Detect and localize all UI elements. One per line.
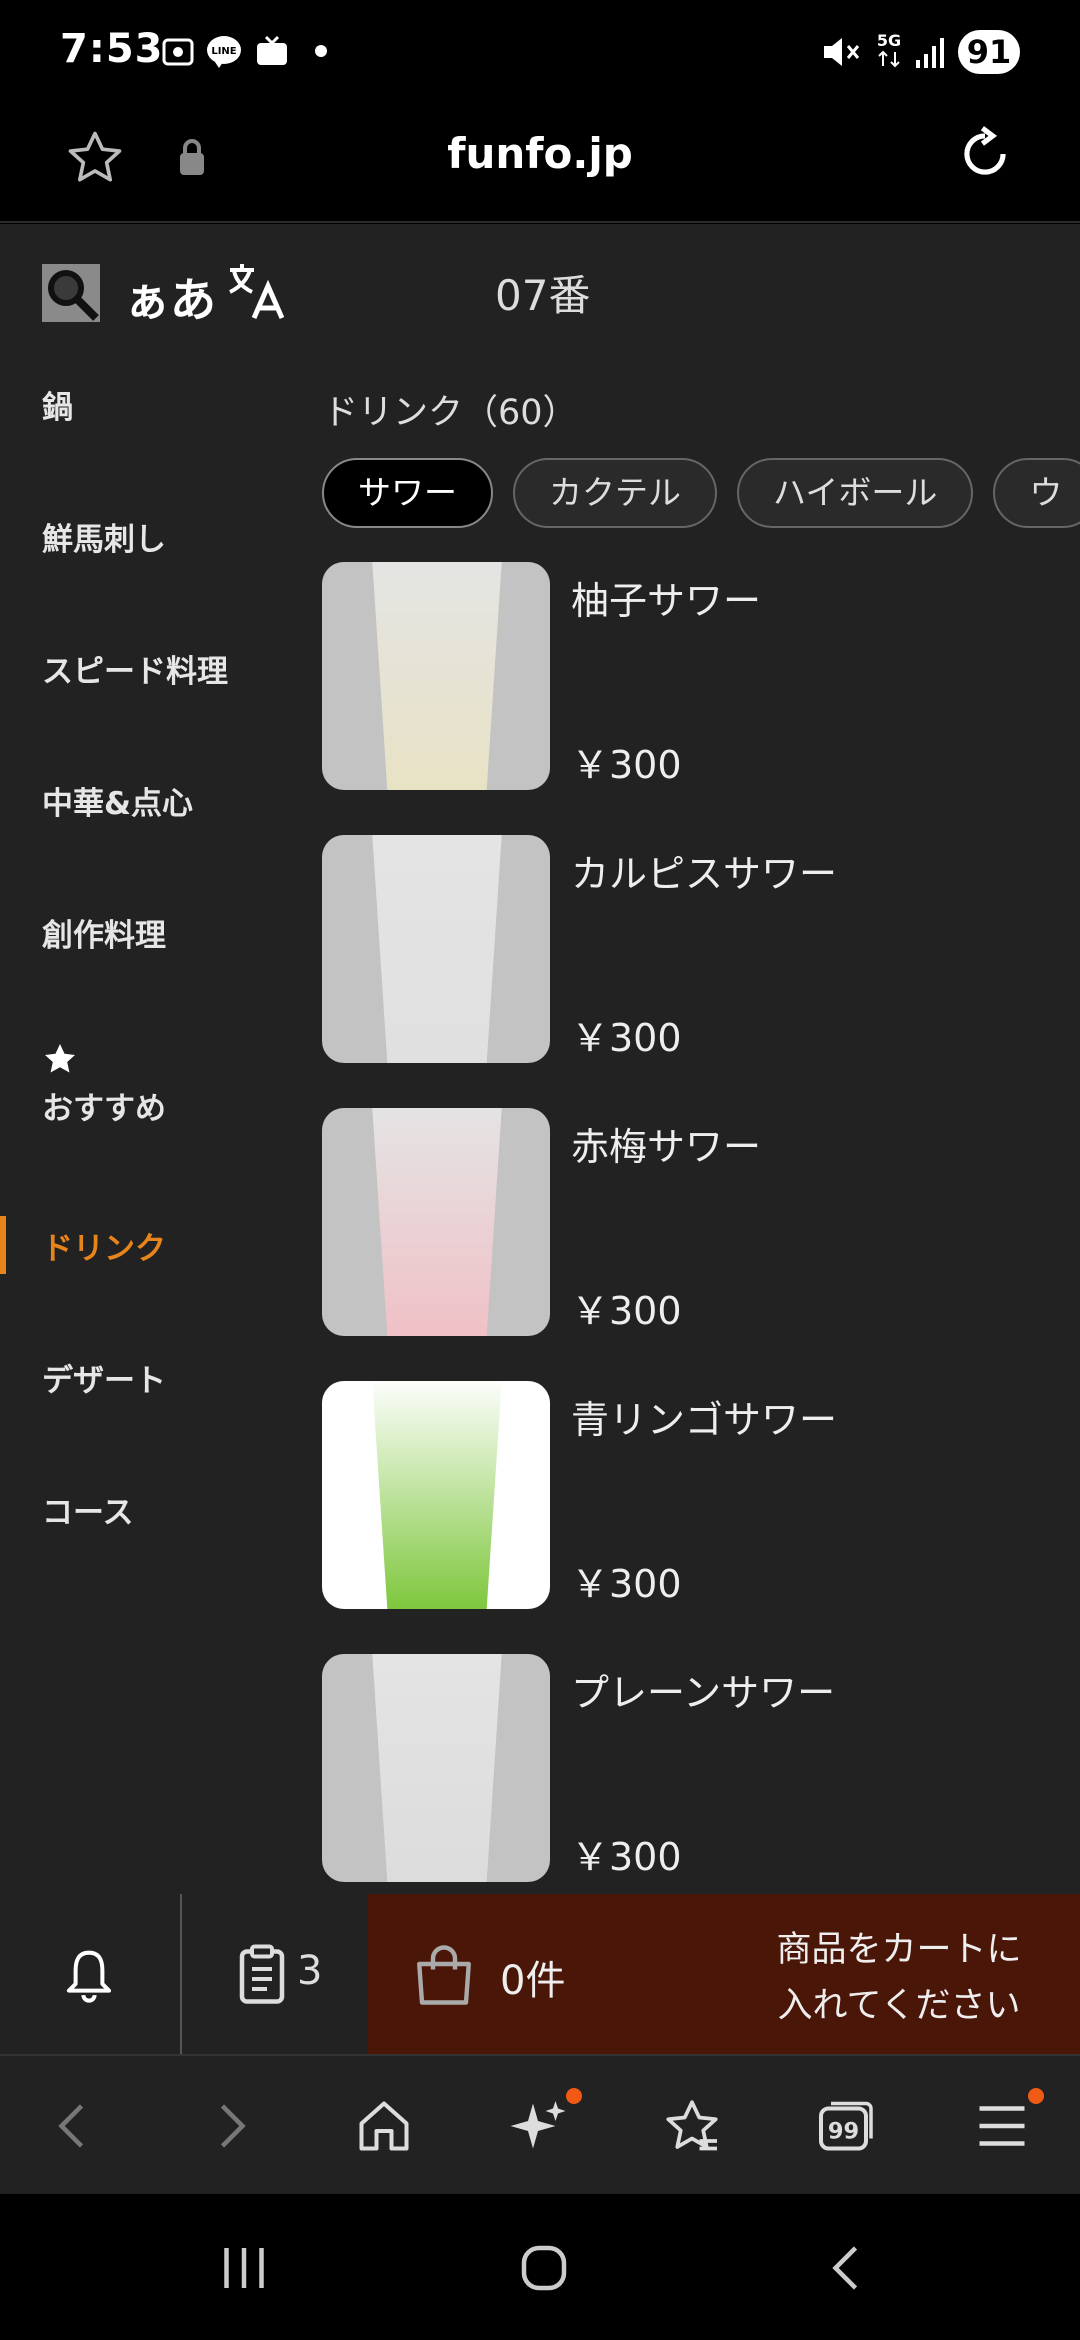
product-price: ￥300	[571, 1562, 682, 1606]
sidebar-item-label: 中華&点心	[42, 785, 194, 822]
chip-highball[interactable]: ハイボール	[737, 458, 974, 528]
system-back-icon[interactable]	[818, 2238, 878, 2298]
order-count: 3	[297, 1948, 323, 1994]
mute-icon	[824, 38, 860, 66]
signal-icon	[916, 38, 944, 68]
sidebar-item-label: 鮮馬刺し	[42, 521, 166, 558]
product-image	[322, 562, 550, 790]
menu-page: ぁあ 07番 鍋 鮮馬刺し スピード料理 中華&点心 創作料理 おすすめ ドリン…	[0, 224, 1080, 1894]
tabs-icon[interactable]: 99	[816, 2096, 876, 2156]
sidebar-item-basashi[interactable]: 鮮馬刺し	[0, 486, 300, 586]
chip-cocktail[interactable]: カクテル	[513, 458, 717, 528]
product-item[interactable]: プレーンサワー ￥300	[322, 1654, 1080, 1882]
sidebar-item-label: おすすめ	[42, 1090, 166, 1127]
sidebar-item-label: デザート	[42, 1362, 166, 1399]
table-number: 07番	[495, 271, 591, 320]
star-icon	[45, 1043, 75, 1072]
product-image	[322, 1654, 550, 1882]
forward-icon[interactable]	[200, 2096, 260, 2156]
system-nav-bar	[0, 2194, 1080, 2340]
sidebar-item-label: スピード料理	[42, 653, 228, 690]
menu-icon[interactable]	[972, 2096, 1032, 2156]
product-name: 柚子サワー	[571, 579, 762, 623]
call-staff-button[interactable]	[0, 1894, 180, 2054]
url-bar[interactable]: funfo.jp	[0, 129, 1080, 178]
5g-icon: 5G	[877, 31, 901, 68]
notification-dot	[566, 2088, 582, 2104]
line-icon: LINE	[207, 36, 241, 68]
sidebar-item-label: 創作料理	[42, 917, 166, 954]
bell-icon	[66, 1950, 112, 2003]
product-image	[322, 835, 550, 1063]
sidebar-item-label: 鍋	[42, 389, 73, 426]
browser-toolbar: funfo.jp	[0, 105, 1080, 223]
browser-nav-bar: 99	[0, 2054, 1080, 2194]
back-icon[interactable]	[44, 2096, 104, 2156]
sidebar-item-chuka[interactable]: 中華&点心	[0, 750, 300, 850]
cart-count: 0件	[500, 1958, 566, 2004]
product-name: 赤梅サワー	[571, 1125, 762, 1169]
home-icon[interactable]	[354, 2096, 414, 2156]
reload-icon[interactable]	[954, 123, 1016, 185]
order-history-button[interactable]: 3	[182, 1894, 367, 2054]
drink-glass	[372, 1381, 502, 1609]
product-price: ￥300	[571, 1289, 682, 1333]
home-button-icon[interactable]	[514, 2238, 574, 2298]
drink-glass	[372, 1108, 502, 1336]
sidebar-item-dessert[interactable]: デザート	[0, 1327, 300, 1427]
status-time: 7:53	[60, 26, 164, 72]
product-image	[322, 1381, 550, 1609]
order-action-bar: 3 0件 商品をカートに 入れてください	[0, 1894, 1080, 2054]
cart-message: 商品をカートに 入れてください	[776, 1930, 1022, 2026]
svg-text:99: 99	[828, 2119, 859, 2145]
product-image	[322, 1108, 550, 1336]
recent-apps-icon[interactable]	[214, 2238, 274, 2298]
subcategory-chips: サワー カクテル ハイボールウ	[322, 458, 1080, 528]
screenshot-icon	[162, 38, 194, 66]
clipboard-icon	[239, 1944, 285, 2004]
notification-dot	[1028, 2088, 1044, 2104]
kana-toggle-button[interactable]: ぁあ	[124, 264, 216, 330]
cart-button[interactable]: 0件 商品をカートに 入れてください	[367, 1894, 1080, 2054]
search-icon[interactable]	[42, 264, 100, 322]
sidebar-item-label: コース	[42, 1494, 134, 1531]
dot-icon	[315, 45, 327, 57]
product-price: ￥300	[571, 1835, 682, 1879]
menu-toolbar: ぁあ 07番	[0, 224, 1080, 354]
sidebar-item-sousaku[interactable]: 創作料理	[0, 882, 300, 982]
product-name: カルピスサワー	[571, 852, 838, 896]
sidebar-item-speed[interactable]: スピード料理	[0, 618, 300, 718]
product-item[interactable]: カルピスサワー ￥300	[322, 835, 1080, 1063]
product-price: ￥300	[571, 1016, 682, 1060]
sparkle-icon[interactable]	[508, 2096, 568, 2156]
product-item[interactable]: 青リンゴサワー ￥300	[322, 1381, 1080, 1609]
drink-glass	[372, 835, 502, 1063]
sidebar-item-drink[interactable]: ドリンク	[0, 1195, 300, 1295]
product-name: 青リンゴサワー	[571, 1398, 838, 1442]
status-bar: 7:53 LINE 5G 91	[0, 0, 1080, 105]
shopping-bag-icon	[417, 1945, 471, 2005]
svg-text:5G: 5G	[877, 31, 901, 50]
product-item[interactable]: 柚子サワー ￥300	[322, 562, 1080, 790]
drink-glass	[372, 1654, 502, 1882]
translate-icon[interactable]	[226, 262, 284, 322]
section-title: ドリンク（60）	[323, 393, 578, 433]
sidebar-item-course[interactable]: コース	[0, 1459, 300, 1559]
sidebar-item-label: ドリンク	[42, 1230, 166, 1267]
chip-sour[interactable]: サワー	[322, 458, 493, 528]
sidebar-item-osusume[interactable]: おすすめ	[0, 1014, 300, 1154]
tv-icon	[257, 35, 287, 65]
product-item[interactable]: 赤梅サワー ￥300	[322, 1108, 1080, 1336]
product-price: ￥300	[571, 743, 682, 787]
drink-glass	[372, 562, 502, 790]
favorites-icon[interactable]	[662, 2096, 722, 2156]
chip-more[interactable]: ウ	[993, 458, 1080, 528]
battery-icon: 91	[958, 30, 1020, 74]
product-name: プレーンサワー	[571, 1671, 836, 1715]
sidebar-item-nabe[interactable]: 鍋	[0, 354, 300, 454]
svg-text:LINE: LINE	[211, 46, 236, 57]
